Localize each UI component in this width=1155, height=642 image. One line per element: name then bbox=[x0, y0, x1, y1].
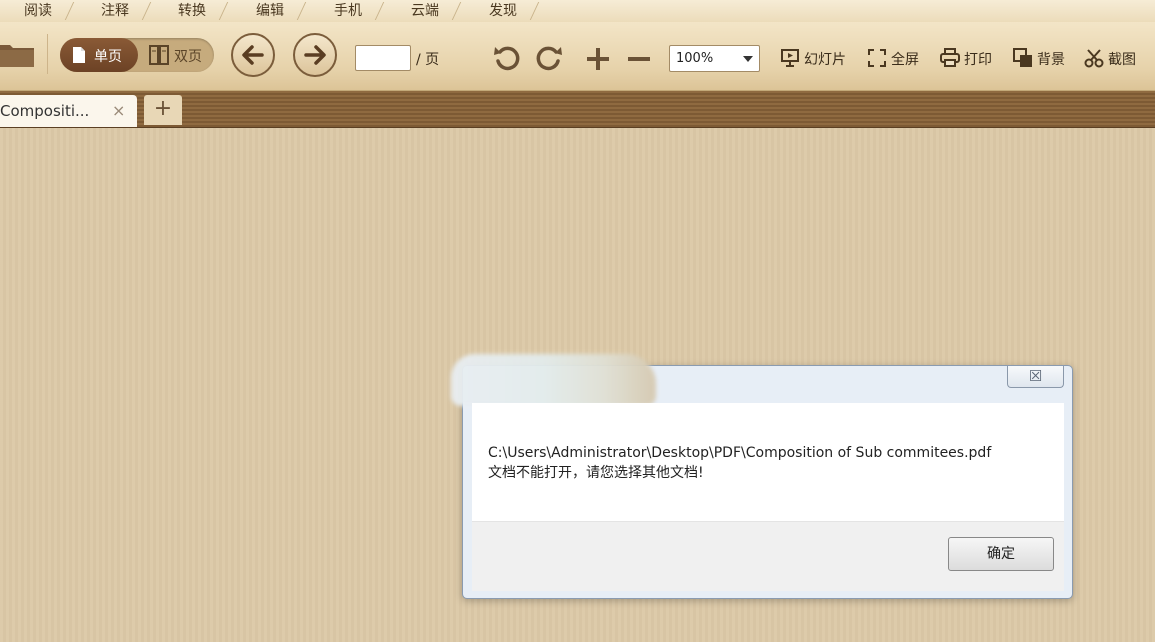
scissors-icon bbox=[1084, 49, 1104, 68]
toolbar: 单页 双页 / 页 100% 幻灯片 全屏 打印 背景 截图 bbox=[0, 22, 1155, 91]
plus-icon: + bbox=[153, 96, 173, 121]
dialog-footer: 确定 bbox=[472, 521, 1064, 591]
minus-icon bbox=[628, 57, 650, 61]
screenshot-button[interactable]: 截图 bbox=[1084, 46, 1144, 70]
open-folder-icon[interactable] bbox=[0, 39, 34, 69]
plus-icon bbox=[587, 48, 609, 70]
rotate-right-icon bbox=[536, 46, 562, 71]
toolbar-separator bbox=[47, 34, 48, 74]
printer-icon bbox=[940, 48, 960, 67]
document-tab-bar: Compositi... × + bbox=[0, 91, 1155, 128]
menu-tab-edit[interactable]: 编辑 bbox=[248, 0, 292, 22]
single-page-button[interactable]: 单页 bbox=[60, 38, 138, 72]
dialog-close-button[interactable]: ☒ bbox=[1007, 366, 1064, 388]
menu-tab-convert[interactable]: 转换 bbox=[170, 0, 214, 22]
page-suffix-label: / 页 bbox=[416, 52, 440, 68]
dialog-title-obscured bbox=[451, 354, 656, 406]
slideshow-button[interactable]: 幻灯片 bbox=[780, 46, 852, 70]
fullscreen-button[interactable]: 全屏 bbox=[867, 46, 925, 70]
document-tab[interactable]: Compositi... × bbox=[0, 95, 137, 127]
zoom-out-button[interactable] bbox=[626, 46, 652, 72]
menu-tab-mobile[interactable]: 手机 bbox=[326, 0, 370, 22]
arrow-left-icon bbox=[242, 45, 264, 65]
background-button[interactable]: 背景 bbox=[1013, 46, 1071, 70]
document-tab-label: Compositi... bbox=[0, 102, 90, 120]
projector-icon bbox=[781, 49, 799, 67]
rotate-left-icon bbox=[494, 46, 520, 71]
close-tab-icon[interactable]: × bbox=[112, 101, 125, 120]
close-icon: ☒ bbox=[1028, 367, 1043, 385]
rotate-left-button[interactable] bbox=[492, 43, 522, 73]
zoom-in-button[interactable] bbox=[585, 46, 611, 72]
previous-page-button[interactable] bbox=[231, 33, 275, 77]
print-button[interactable]: 打印 bbox=[940, 46, 998, 70]
error-dialog: ☒ C:\Users\Administrator\Desktop\PDF\Com… bbox=[451, 354, 1073, 599]
new-tab-button[interactable]: + bbox=[144, 95, 182, 125]
next-page-button[interactable] bbox=[293, 33, 337, 77]
single-page-icon bbox=[73, 47, 85, 63]
ok-button[interactable]: 确定 bbox=[948, 537, 1054, 571]
dialog-message-area: C:\Users\Administrator\Desktop\PDF\Compo… bbox=[472, 403, 1064, 521]
chevron-down-icon bbox=[743, 56, 753, 62]
dialog-file-path: C:\Users\Administrator\Desktop\PDF\Compo… bbox=[488, 445, 992, 461]
page-number-input[interactable] bbox=[355, 45, 411, 71]
menu-tab-annotate[interactable]: 注释 bbox=[93, 0, 137, 22]
zoom-level-select[interactable]: 100% bbox=[669, 45, 760, 72]
menu-tab-cloud[interactable]: 云端 bbox=[403, 0, 447, 22]
double-page-icon bbox=[149, 45, 169, 65]
double-page-button[interactable]: 双页 bbox=[140, 38, 214, 72]
fullscreen-icon bbox=[868, 49, 886, 67]
menu-bar: 阅读 注释 转换 编辑 手机 云端 发现 bbox=[0, 0, 1155, 22]
dialog-message: C:\Users\Administrator\Desktop\PDF\Compo… bbox=[488, 443, 991, 483]
menu-tab-read[interactable]: 阅读 bbox=[16, 0, 60, 22]
menu-tab-discover[interactable]: 发现 bbox=[481, 0, 525, 22]
arrow-right-icon bbox=[304, 45, 326, 65]
background-icon bbox=[1013, 48, 1032, 67]
dialog-error-text: 文档不能打开，请您选择其他文档! bbox=[488, 465, 704, 481]
rotate-right-button[interactable] bbox=[534, 43, 564, 73]
